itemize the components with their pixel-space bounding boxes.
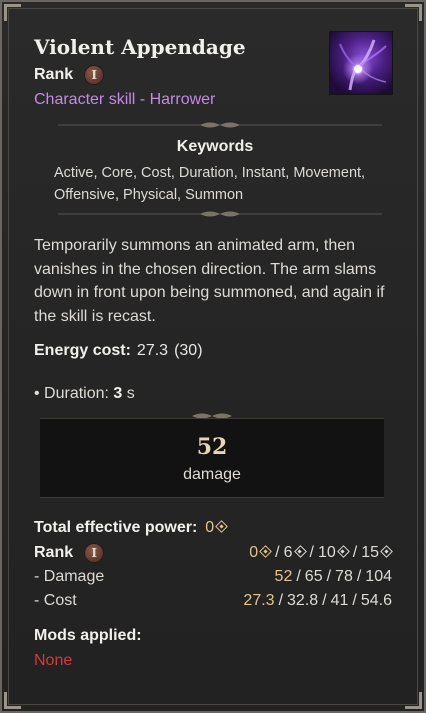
- rank-badge-icon: I: [85, 544, 104, 562]
- separator: /: [352, 544, 358, 561]
- energy-cost-label: Energy cost:: [34, 342, 131, 359]
- separator: /: [322, 592, 327, 609]
- keywords-list: Active, Core, Cost, Duration, Instant, M…: [54, 165, 366, 203]
- duration: • Duration: 3 s: [34, 385, 135, 403]
- rank-levels: 0 / 6 / 10 / 15: [249, 544, 392, 562]
- rank-level: 10: [318, 544, 349, 562]
- energy-cost: Energy cost: 27.3 (30): [34, 342, 203, 360]
- total-effective-power: Total effective power: 0: [34, 519, 227, 537]
- rank-levels-row: Rank I 0 / 6 / 10 / 15: [34, 544, 392, 562]
- energy-cost-value: 27.3: [136, 342, 169, 359]
- damage-box: 52 damage: [40, 418, 384, 498]
- scaling-value-current: 52: [274, 568, 293, 585]
- duration-value: 3: [113, 385, 123, 402]
- keywords-title: Keywords: [176, 138, 254, 155]
- duration-unit: s: [126, 385, 135, 402]
- rank-level: 15: [361, 544, 392, 562]
- mods-applied-label: Mods applied:: [34, 627, 142, 644]
- cost-scaling-values: 27.3 / 32.8 / 41 / 54.6: [243, 592, 392, 610]
- skill-rank: Rank I: [34, 66, 104, 84]
- ornament-divider: [58, 122, 382, 128]
- rank-levels-label-group: Rank I: [34, 544, 104, 562]
- rank-label: Rank: [34, 66, 74, 83]
- rank-badge-icon: I: [85, 66, 104, 84]
- corner-ornament: [4, 4, 21, 21]
- corner-ornament: [405, 4, 422, 21]
- scaling-value: 32.8: [287, 592, 319, 609]
- separator: /: [309, 544, 314, 561]
- rank-level-value: 10: [317, 544, 336, 561]
- damage-value: 52: [196, 434, 228, 460]
- separator: /: [356, 568, 362, 585]
- cost-scaling-row: - Cost 27.3 / 32.8 / 41 / 54.6: [34, 592, 392, 610]
- power-label: Total effective power:: [34, 519, 198, 536]
- separator: /: [275, 544, 280, 561]
- power-diamond-icon: [381, 546, 392, 557]
- power-diamond-icon: [295, 546, 306, 557]
- skill-description: Temporarily summons an animated arm, the…: [34, 237, 385, 325]
- damage-scaling-label: - Damage: [34, 568, 105, 585]
- scaling-value: 54.6: [360, 592, 392, 609]
- cost-scaling-label: - Cost: [34, 592, 77, 609]
- damage-scaling-values: 52 / 65 / 78 / 104: [275, 568, 392, 586]
- separator: /: [326, 568, 332, 585]
- rank-level: 0: [249, 544, 271, 562]
- power-number: 0: [205, 519, 215, 536]
- power-diamond-icon: [216, 521, 227, 532]
- separator: /: [278, 592, 284, 609]
- ornament-divider: [58, 211, 382, 217]
- rank-level-value: 15: [361, 544, 379, 561]
- mods-applied-value: None: [34, 652, 73, 669]
- rank-level: 6: [284, 544, 306, 562]
- rank-level-value: 0: [249, 544, 259, 561]
- scaling-value-current: 27.3: [243, 592, 275, 609]
- power-value: 0: [205, 519, 227, 537]
- damage-label: damage: [183, 466, 241, 483]
- corner-ornament: [4, 692, 21, 709]
- scaling-value: 78: [335, 568, 353, 585]
- purple-arm-skill-icon: [329, 31, 393, 95]
- power-diamond-icon: [338, 546, 349, 557]
- skill-name: Violent Appendage: [34, 35, 246, 59]
- rank-table-label: Rank: [34, 544, 74, 561]
- scaling-value: 41: [330, 592, 349, 609]
- separator: /: [296, 568, 301, 585]
- energy-cost-base: (30): [174, 342, 203, 359]
- scaling-value: 65: [304, 568, 323, 585]
- skill-type: Character skill - Harrower: [34, 91, 216, 108]
- damage-scaling-row: - Damage 52 / 65 / 78 / 104: [34, 568, 392, 586]
- duration-label: • Duration:: [34, 385, 109, 402]
- rank-level-value: 6: [283, 544, 293, 561]
- corner-ornament: [405, 692, 422, 709]
- skill-tooltip: Violent Appendage Rank I Character skill…: [0, 0, 426, 713]
- scaling-value: 104: [365, 568, 392, 585]
- separator: /: [352, 592, 357, 609]
- power-diamond-icon: [260, 546, 271, 557]
